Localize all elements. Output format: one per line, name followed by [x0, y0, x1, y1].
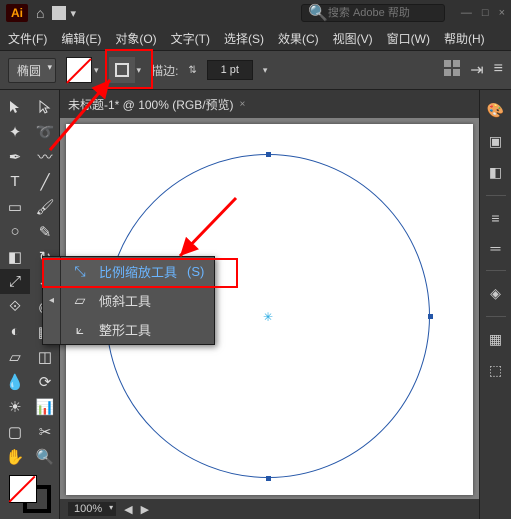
- menu-window[interactable]: 窗口(W): [387, 30, 430, 47]
- title-bar: Ai ⌂ ▾ 🔍 — □ ×: [0, 0, 511, 26]
- free-transform-tool[interactable]: ⟐: [0, 294, 30, 319]
- ellipse-tool[interactable]: ○: [0, 219, 30, 244]
- window-controls: — □ ×: [461, 7, 505, 19]
- anchor-bottom[interactable]: [266, 476, 271, 481]
- stroke-label: 描边:: [151, 62, 178, 79]
- eyedropper-tool[interactable]: 💧: [0, 369, 30, 394]
- scale-tool-flyout: ◂ ⤡ 比例缩放工具 (S) ▱ 倾斜工具 ⟀ 整形工具: [42, 256, 215, 345]
- workspace-switcher[interactable]: ▾: [52, 6, 76, 20]
- curvature-tool[interactable]: 〰: [30, 144, 60, 169]
- paintbrush-tool[interactable]: 🖌: [30, 194, 60, 219]
- tab-close-icon[interactable]: ×: [240, 99, 246, 110]
- swatches-panel-icon[interactable]: ◧: [489, 164, 502, 181]
- layers-panel-icon[interactable]: ◈: [490, 285, 501, 302]
- symbol-sprayer-tool[interactable]: ☀: [0, 394, 30, 419]
- scale-tool-icon: ⤡: [71, 263, 89, 281]
- selection-tool[interactable]: [0, 94, 30, 119]
- status-bar: 100% ◀ ▶: [60, 499, 479, 519]
- control-bar: 椭圆 ▾ ▾ 描边: ⇅ 1 pt ▾ ⇥ ≡: [0, 50, 511, 90]
- stroke-weight-input[interactable]: 1 pt: [207, 60, 253, 80]
- lasso-tool[interactable]: ➰: [30, 119, 60, 144]
- search-input[interactable]: [328, 7, 438, 19]
- search-box[interactable]: 🔍: [301, 4, 445, 22]
- properties-panel-icon[interactable]: 🎨: [487, 102, 504, 119]
- center-mark-icon: ✳: [263, 310, 273, 324]
- direct-selection-tool[interactable]: [30, 94, 60, 119]
- fill-indicator[interactable]: [9, 475, 37, 503]
- flyout-label: 倾斜工具: [99, 291, 151, 310]
- fill-dropdown-icon[interactable]: ▾: [94, 65, 99, 76]
- stroke-dropdown-icon[interactable]: ▾: [137, 65, 142, 76]
- menu-edit[interactable]: 编辑(E): [61, 30, 101, 47]
- hand-tool[interactable]: ✋: [0, 444, 30, 469]
- menu-view[interactable]: 视图(V): [333, 30, 373, 47]
- menu-help[interactable]: 帮助(H): [444, 30, 485, 47]
- restore-icon[interactable]: □: [482, 7, 489, 19]
- line-tool[interactable]: ╱: [30, 169, 60, 194]
- pencil-tool[interactable]: ✎: [30, 219, 60, 244]
- stepper-icon[interactable]: ⇅: [188, 65, 196, 76]
- shear-tool-icon: ▱: [71, 292, 89, 310]
- anchor-right[interactable]: [428, 314, 433, 319]
- align-panel-icon[interactable]: ▦: [489, 331, 502, 348]
- flyout-item-scale[interactable]: ⤡ 比例缩放工具 (S): [61, 257, 214, 286]
- nav-next-icon[interactable]: ▶: [141, 503, 149, 516]
- shape-selector[interactable]: 椭圆: [8, 58, 56, 83]
- brushes-panel-icon[interactable]: ≡: [491, 210, 499, 226]
- menu-effect[interactable]: 效果(C): [278, 30, 319, 47]
- tab-title: 未标题-1* @ 100% (RGB/预览): [68, 96, 234, 113]
- zoom-dropdown[interactable]: 100%: [68, 502, 116, 516]
- stroke-swatch[interactable]: [109, 57, 135, 83]
- stroke-panel-icon[interactable]: ═: [491, 240, 501, 256]
- menu-bar: 文件(F) 编辑(E) 对象(O) 文字(T) 选择(S) 效果(C) 视图(V…: [0, 26, 511, 50]
- slice-tool[interactable]: ✂: [30, 419, 60, 444]
- search-icon: 🔍: [308, 3, 328, 23]
- menu-select[interactable]: 选择(S): [224, 30, 264, 47]
- flyout-tearoff[interactable]: ◂: [43, 257, 61, 344]
- scale-tool[interactable]: ⤢: [0, 269, 30, 294]
- home-icon[interactable]: ⌂: [36, 5, 44, 21]
- flyout-item-reshape[interactable]: ⟀ 整形工具: [61, 315, 214, 344]
- warp-tool[interactable]: ◐: [0, 319, 30, 344]
- workspace-icon: [52, 6, 66, 20]
- flyout-label: 比例缩放工具: [99, 262, 177, 281]
- options-menu-icon[interactable]: ≡: [494, 60, 503, 80]
- graph-tool[interactable]: 📊: [30, 394, 60, 419]
- pathfinder-panel-icon[interactable]: ⬚: [489, 362, 502, 379]
- perspective-tool[interactable]: ▱: [0, 344, 30, 369]
- type-tool[interactable]: T: [0, 169, 30, 194]
- pen-tool[interactable]: ✒: [0, 144, 30, 169]
- chevron-down-icon: ▾: [70, 7, 76, 20]
- reshape-tool-icon: ⟀: [71, 321, 89, 339]
- rectangle-tool[interactable]: ▭: [0, 194, 30, 219]
- right-panel-dock: 🎨 ▣ ◧ ≡ ═ ◈ ▦ ⬚: [479, 90, 511, 519]
- anchor-top[interactable]: [266, 152, 271, 157]
- menu-file[interactable]: 文件(F): [8, 30, 47, 47]
- fill-swatch-group[interactable]: ▾: [66, 57, 99, 83]
- eraser-tool[interactable]: ◧: [0, 244, 30, 269]
- menu-type[interactable]: 文字(T): [171, 30, 210, 47]
- gradient-tool[interactable]: ◫: [30, 344, 60, 369]
- flyout-shortcut: (S): [187, 264, 204, 279]
- magic-wand-tool[interactable]: ✦: [0, 119, 30, 144]
- stroke-weight-dropdown-icon[interactable]: ▾: [263, 65, 268, 76]
- fill-stroke-indicator[interactable]: [9, 475, 51, 513]
- close-icon[interactable]: ×: [499, 7, 505, 19]
- arrange-icon[interactable]: ⇥: [470, 60, 483, 80]
- menu-object[interactable]: 对象(O): [115, 30, 156, 47]
- flyout-item-shear[interactable]: ▱ 倾斜工具: [61, 286, 214, 315]
- nav-prev-icon[interactable]: ◀: [124, 503, 132, 516]
- artboard-tool[interactable]: ▢: [0, 419, 30, 444]
- document-tab[interactable]: 未标题-1* @ 100% (RGB/预览) ×: [68, 96, 245, 113]
- fill-swatch[interactable]: [66, 57, 92, 83]
- align-grid-icon[interactable]: [444, 60, 460, 76]
- zoom-tool[interactable]: 🔍: [30, 444, 60, 469]
- libraries-panel-icon[interactable]: ▣: [489, 133, 502, 150]
- blend-tool[interactable]: ⟳: [30, 369, 60, 394]
- minimize-icon[interactable]: —: [461, 7, 472, 19]
- app-logo: Ai: [6, 4, 28, 22]
- stroke-swatch-group[interactable]: ▾: [109, 57, 142, 83]
- flyout-label: 整形工具: [99, 320, 151, 339]
- document-tabs: 未标题-1* @ 100% (RGB/预览) ×: [60, 90, 479, 118]
